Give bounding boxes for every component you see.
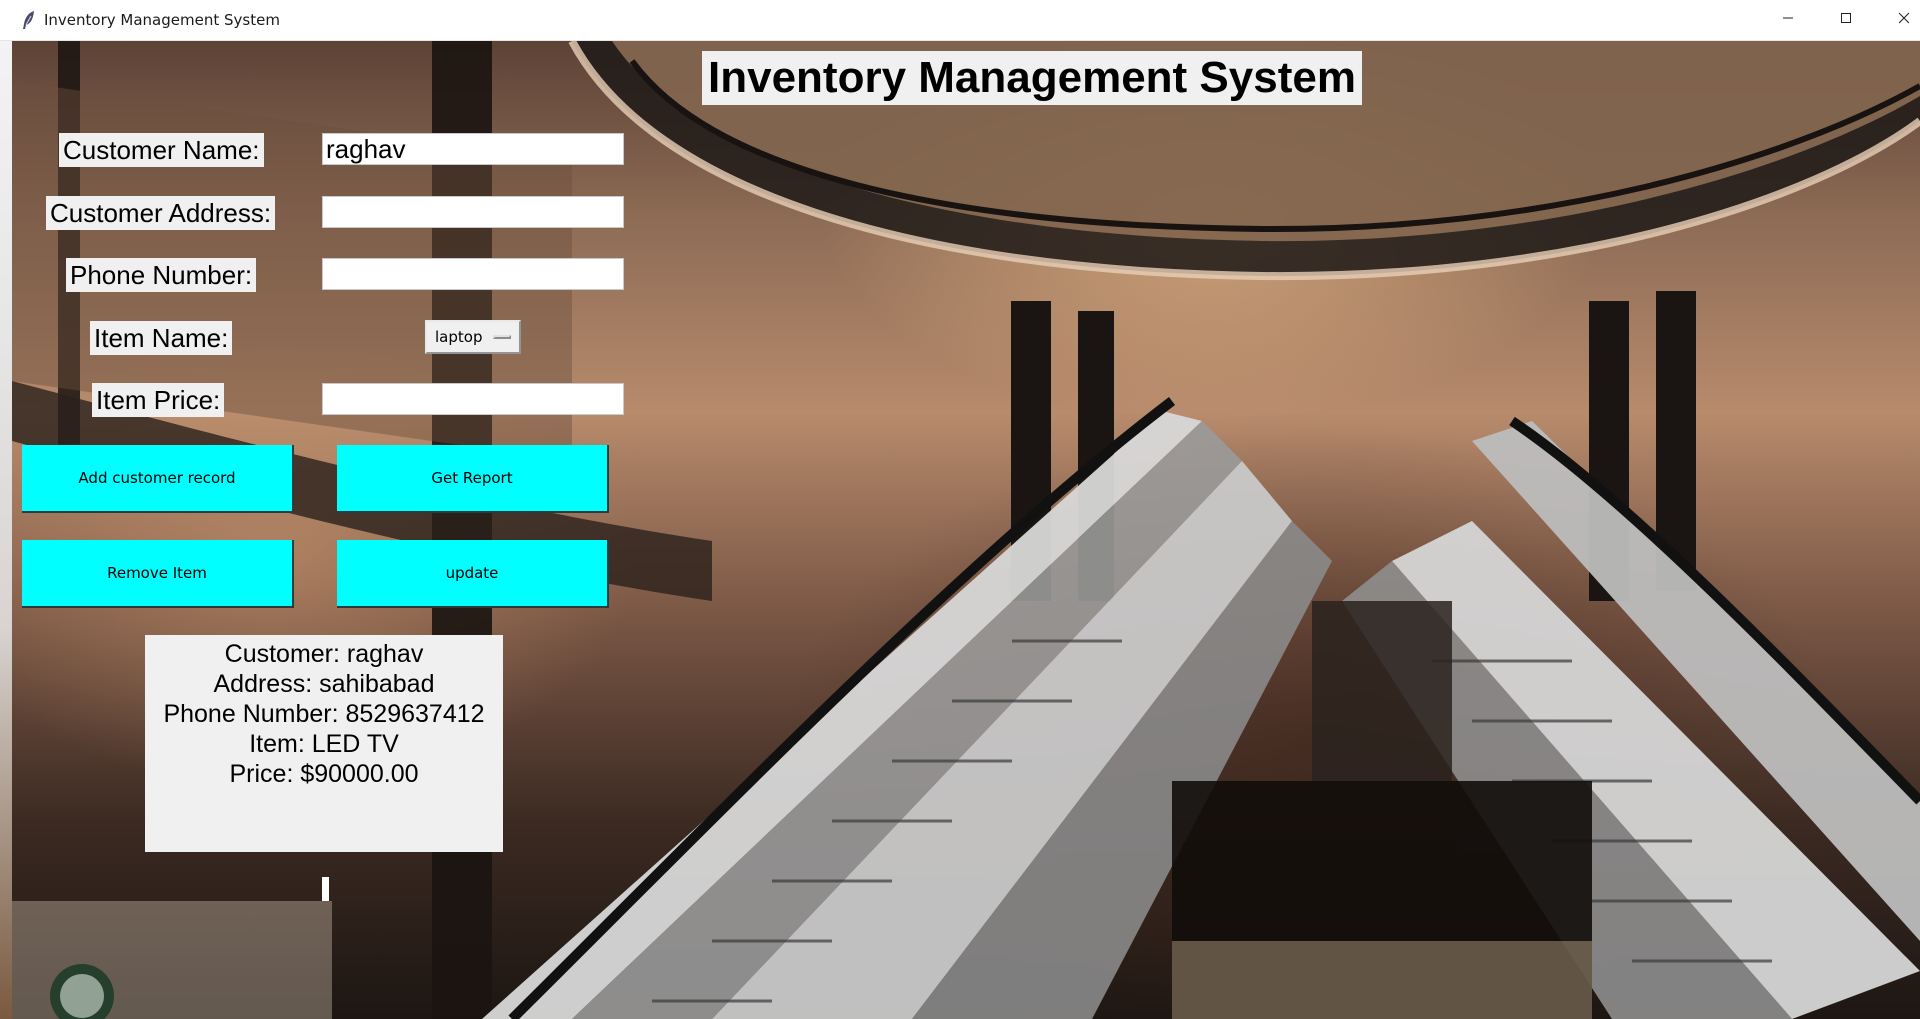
page-title: Inventory Management System — [702, 51, 1362, 105]
report-price: Price: $90000.00 — [229, 760, 419, 788]
window-edge — [0, 41, 12, 1019]
item-name-dropdown[interactable]: laptop — [425, 320, 521, 354]
minimize-icon — [1782, 11, 1794, 29]
mall-background-illustration — [12, 41, 1920, 1019]
text-cursor — [322, 877, 329, 901]
window-title: Inventory Management System — [44, 11, 280, 29]
remove-item-button[interactable]: Remove Item — [22, 540, 294, 608]
item-price-input[interactable] — [322, 383, 624, 415]
report-item: Item: LED TV — [249, 730, 399, 758]
get-report-button[interactable]: Get Report — [337, 445, 609, 513]
item-price-label: Item Price: — [92, 383, 225, 417]
app-window: Inventory Management System Inventory Ma… — [0, 0, 1920, 1019]
customer-address-input[interactable] — [322, 196, 624, 228]
phone-number-input[interactable] — [322, 258, 624, 290]
maximize-button[interactable] — [1817, 0, 1875, 40]
dropdown-indicator-icon — [493, 335, 511, 339]
phone-number-label: Phone Number: — [66, 258, 257, 292]
report-output: Customer: raghav Address: sahibabad Phon… — [145, 635, 503, 852]
update-button[interactable]: update — [337, 540, 609, 608]
report-address: Address: sahibabad — [213, 670, 435, 698]
title-bar[interactable]: Inventory Management System — [0, 0, 1920, 41]
feather-icon — [22, 10, 36, 30]
minimize-button[interactable] — [1759, 0, 1817, 40]
close-icon — [1898, 11, 1910, 29]
item-name-label: Item Name: — [90, 321, 233, 355]
customer-address-label: Customer Address: — [46, 196, 276, 230]
add-customer-record-button[interactable]: Add customer record — [22, 445, 294, 513]
customer-name-label: Customer Name: — [59, 133, 264, 167]
maximize-icon — [1840, 11, 1852, 29]
close-button[interactable] — [1875, 0, 1920, 40]
report-customer: Customer: raghav — [224, 640, 424, 668]
customer-name-input[interactable] — [322, 133, 624, 165]
main-content: Inventory Management System Customer Nam… — [12, 41, 1920, 1019]
item-name-selected: laptop — [435, 328, 483, 346]
report-phone: Phone Number: 8529637412 — [163, 700, 485, 728]
